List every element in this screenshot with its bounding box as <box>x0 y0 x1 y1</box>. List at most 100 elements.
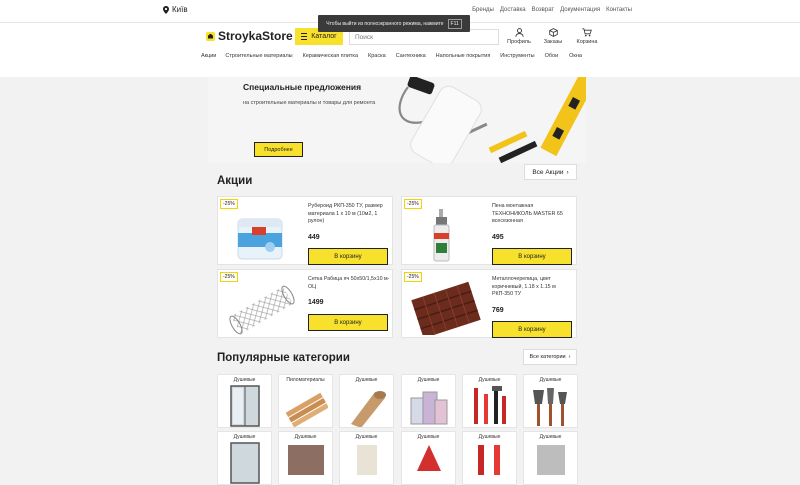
product-card[interactable]: -25% Пена монтажная ТЕХНОНИКОЛЬ MASTER 6… <box>401 196 577 265</box>
category-label: Душевые <box>539 377 562 383</box>
toast-text: Чтобы выйти из полноэкранного режима, на… <box>326 20 444 27</box>
paint-bucket-image <box>237 218 283 260</box>
category-tile[interactable]: Душевые <box>278 431 333 485</box>
category-tile[interactable]: Душевые <box>217 431 272 485</box>
category-label: Пиломатериалы <box>286 377 325 383</box>
category-nav: Акции Строительные материалы Керамическа… <box>200 53 582 59</box>
product-card[interactable]: -25% Металлочерепица, цвет коричневый, 1… <box>401 269 577 338</box>
fullscreen-toast: Чтобы выйти из полноэкранного режима, на… <box>318 15 470 32</box>
nav-item-wallpaper[interactable]: Обои <box>545 53 559 59</box>
orders-label: Заказы <box>543 39 563 45</box>
nav-item-paint[interactable]: Краска <box>368 53 386 59</box>
hero-more-button[interactable]: Подробнее <box>254 142 303 157</box>
hero-title: Специальные предложения <box>243 82 362 92</box>
add-to-cart-button[interactable]: В корзину <box>308 314 388 331</box>
garden-tools-image <box>537 445 565 475</box>
nav-item-promo[interactable]: Акции <box>201 53 216 59</box>
all-categories-button[interactable]: Все категории › <box>523 349 577 365</box>
nav-item-building-materials[interactable]: Строительные материалы <box>225 53 292 59</box>
nav-item-tools[interactable]: Инструменты <box>500 53 534 59</box>
category-tile[interactable]: Душевые <box>339 431 394 485</box>
category-label: Душевые <box>355 434 378 440</box>
foam-can-image <box>433 209 450 262</box>
category-tile[interactable]: Душевые <box>462 431 517 485</box>
category-tile[interactable]: Пиломатериалы <box>278 374 333 428</box>
garden-tools-image <box>533 388 567 426</box>
category-label: Душевые <box>478 434 501 440</box>
product-name[interactable]: Металлочерепица, цвет коричневый, 1.18 х… <box>492 276 574 299</box>
top-link-brands[interactable]: Бренды <box>472 7 494 13</box>
all-promo-label: Все Акции <box>532 168 564 176</box>
category-tile[interactable]: Душевые <box>462 374 517 428</box>
search-placeholder: Поиск <box>355 33 374 41</box>
nav-item-plumbing[interactable]: Сантехника <box>396 53 426 59</box>
lumber-image <box>285 392 328 427</box>
orders-button[interactable]: Заказы <box>541 28 565 45</box>
top-link-delivery[interactable]: Доставка <box>500 7 526 13</box>
shower-cabin-image <box>230 385 260 427</box>
nav-item-windows[interactable]: Окна <box>569 53 582 59</box>
category-label: Душевые <box>294 434 317 440</box>
logo[interactable]: StroykaStore <box>206 29 293 43</box>
product-price: 1499 <box>308 299 324 306</box>
nav-item-ceramic-tile[interactable]: Керамическая плитка <box>303 53 358 59</box>
chevron-right-icon: › <box>566 168 569 176</box>
top-link-docs[interactable]: Документация <box>560 7 600 13</box>
hand-tools-image <box>478 445 500 475</box>
chevron-right-icon: › <box>568 354 571 360</box>
product-name[interactable]: Пена монтажная ТЕХНОНИКОЛЬ MASTER 65 все… <box>492 203 574 226</box>
cart-label: Корзина <box>576 39 598 45</box>
category-tile[interactable]: Душевые <box>401 431 456 485</box>
hero-banner: Специальные предложения на строительные … <box>208 77 586 163</box>
city-label: Київ <box>172 5 188 14</box>
all-promo-button[interactable]: Все Акции › <box>524 164 577 180</box>
all-categories-label: Все категории <box>529 354 566 360</box>
roof-tile-image <box>411 281 481 335</box>
category-label: Душевые <box>539 434 562 440</box>
product-name[interactable]: Сетка Рабица яч 50х50/1,5х10 м-ОЦ <box>308 276 390 291</box>
toast-key: F11 <box>447 18 462 29</box>
profile-button[interactable]: Профиль <box>507 28 531 45</box>
category-tile[interactable]: Душевые <box>339 374 394 428</box>
category-label: Душевые <box>417 434 440 440</box>
catalog-label: Каталог <box>311 33 337 40</box>
product-price: 495 <box>492 234 504 241</box>
paint-cans-image <box>417 445 441 471</box>
box-icon <box>548 28 558 37</box>
product-price: 769 <box>492 307 504 314</box>
menu-icon <box>301 33 308 40</box>
top-links: Бренды Доставка Возврат Документация Кон… <box>472 7 632 13</box>
cart-icon <box>582 28 592 37</box>
lumber-image <box>288 445 324 475</box>
category-tile[interactable]: Душевые <box>523 431 578 485</box>
add-to-cart-button[interactable]: В корзину <box>492 248 572 265</box>
product-name[interactable]: Рубероид РКП-350 ТУ, размер материала 1 … <box>308 203 390 226</box>
add-to-cart-button[interactable]: В корзину <box>308 248 388 265</box>
category-label: Душевые <box>417 377 440 383</box>
hand-tools-image <box>474 386 506 424</box>
product-card[interactable]: -25% Рубероид РКП-350 ТУ, размер материа… <box>217 196 393 265</box>
shower-cabin-image <box>230 442 260 484</box>
profile-label: Профиль <box>507 39 531 45</box>
mesh-roll-image <box>229 285 295 335</box>
header-actions: Профиль Заказы Корзина <box>507 28 599 45</box>
location-pin-icon <box>163 5 169 14</box>
add-to-cart-button[interactable]: В корзину <box>492 321 572 338</box>
top-link-contacts[interactable]: Контакты <box>606 7 632 13</box>
category-label: Душевые <box>355 377 378 383</box>
nav-item-flooring[interactable]: Напольные покрытия <box>436 53 491 59</box>
category-tile[interactable]: Душевые <box>217 374 272 428</box>
paint-cans-image <box>410 391 448 425</box>
product-card[interactable]: -25% Сетка Рабица яч 50х50/1,5х10 м-ОЦ 1… <box>217 269 393 338</box>
category-label: Душевые <box>478 377 501 383</box>
city-selector[interactable]: Київ <box>163 5 188 14</box>
category-label: Душевые <box>233 377 256 383</box>
promo-title: Акции <box>217 175 253 187</box>
user-icon <box>514 28 524 37</box>
category-tile[interactable]: Душевые <box>523 374 578 428</box>
top-link-returns[interactable]: Возврат <box>532 7 555 13</box>
cart-button[interactable]: Корзина <box>575 28 599 45</box>
category-tile[interactable]: Душевые <box>401 374 456 428</box>
paper-roll-image <box>351 391 386 427</box>
hero-subtitle: на строительные материалы и товары для р… <box>243 100 376 106</box>
